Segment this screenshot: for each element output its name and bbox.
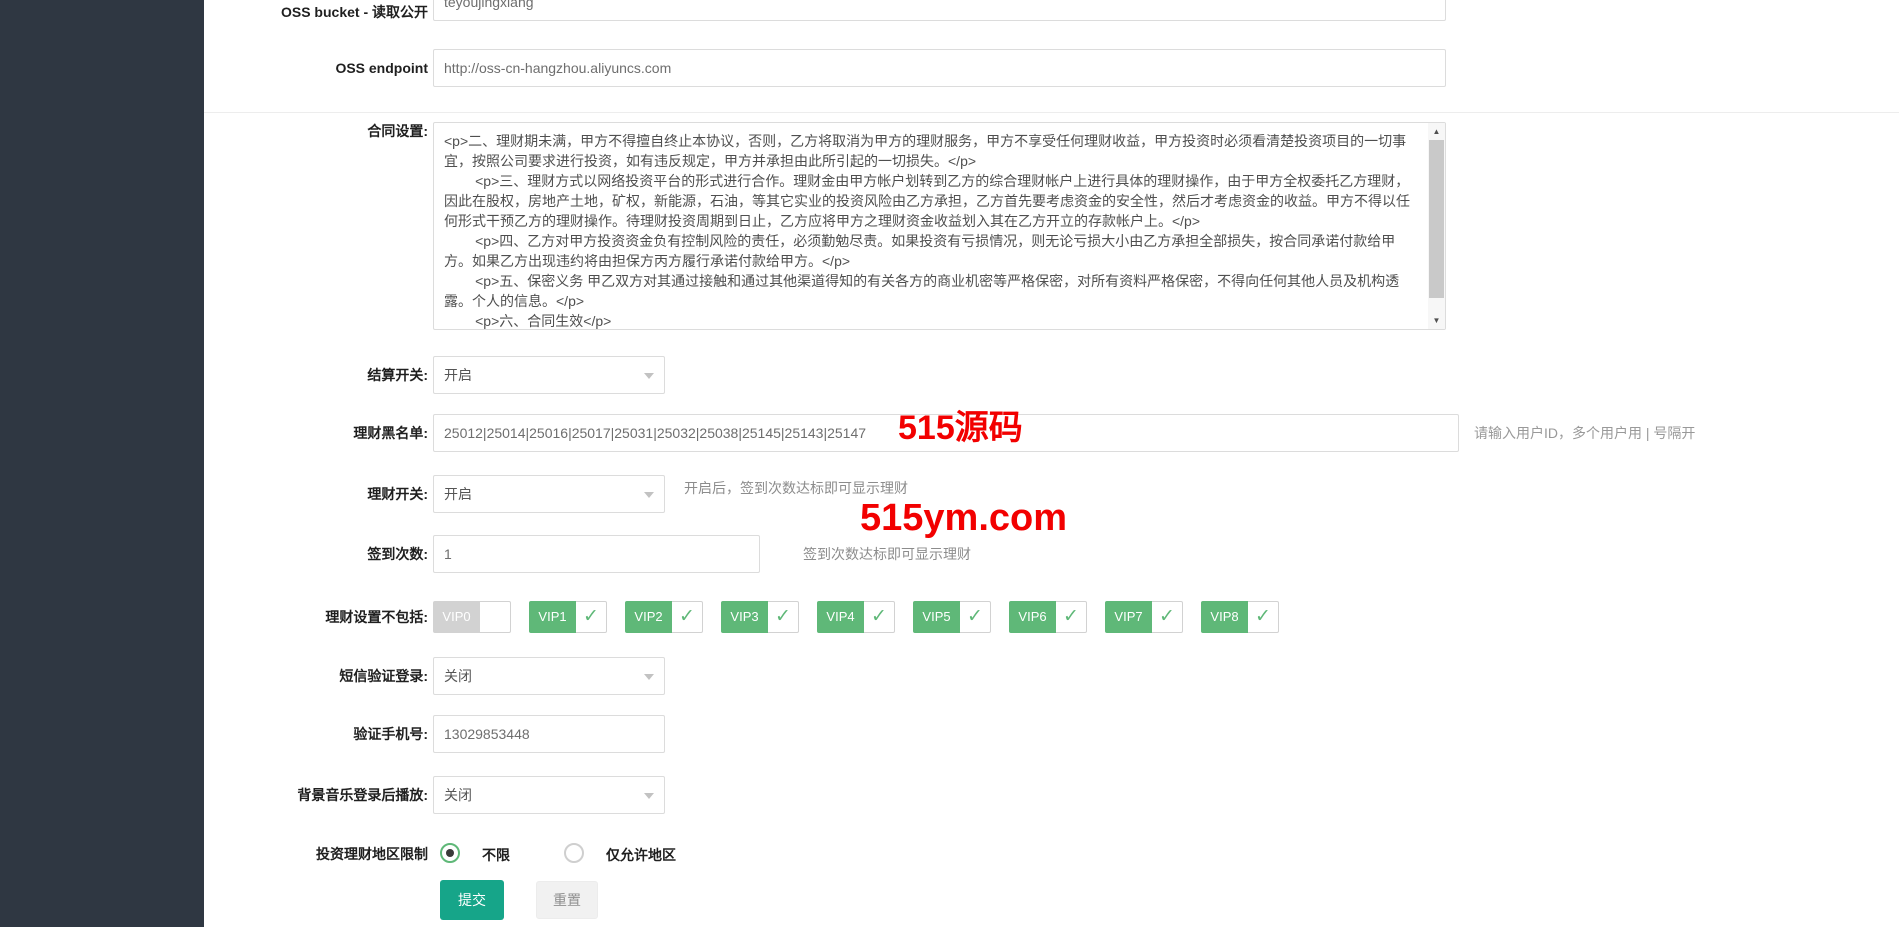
vip-checkbox-tag: VIP1: [529, 601, 576, 633]
watermark-text-1: 515源码: [898, 400, 1023, 449]
sms-login-value: 关闭: [444, 658, 472, 694]
scroll-down-icon[interactable]: ▼: [1428, 312, 1445, 329]
settle-switch-value: 开启: [444, 357, 472, 393]
vip-checkbox-vip2[interactable]: VIP2 ✓: [625, 601, 703, 633]
check-icon: ✓: [864, 601, 895, 633]
chevron-down-icon: [644, 793, 654, 804]
radio-region-unrestricted-label: 不限: [482, 845, 510, 865]
chevron-down-icon: [644, 373, 654, 384]
bgm-play-label: 背景音乐登录后播放:: [204, 785, 428, 805]
vip-checkbox-vip5[interactable]: VIP5 ✓: [913, 601, 991, 633]
check-icon: ✓: [1152, 601, 1183, 633]
vip-checkbox-vip7[interactable]: VIP7 ✓: [1105, 601, 1183, 633]
vip-checkbox-tag: VIP4: [817, 601, 864, 633]
chevron-down-icon: [644, 674, 654, 685]
check-icon: ✓: [576, 601, 607, 633]
vip-checkbox-vip1[interactable]: VIP1 ✓: [529, 601, 607, 633]
radio-region-allowed-only[interactable]: [564, 843, 584, 863]
sms-login-label: 短信验证登录:: [204, 666, 428, 686]
finance-switch-hint: 开启后，签到次数达标即可显示理财: [684, 478, 908, 498]
scrollbar-thumb[interactable]: [1429, 140, 1444, 298]
oss-endpoint-input[interactable]: [433, 49, 1446, 87]
vip-checkbox-tag: VIP6: [1009, 601, 1056, 633]
submit-button[interactable]: 提交: [440, 880, 504, 920]
finance-switch-value: 开启: [444, 476, 472, 512]
signin-count-hint: 签到次数达标即可显示理财: [803, 535, 971, 573]
check-icon: ✓: [1248, 601, 1279, 633]
blacklist-hint: 请输入用户ID，多个用户用 | 号隔开: [1474, 414, 1695, 452]
bgm-play-select[interactable]: 关闭: [433, 776, 665, 814]
vip-checkbox-vip4[interactable]: VIP4 ✓: [817, 601, 895, 633]
sidebar: [0, 0, 204, 927]
check-icon: ✓: [960, 601, 991, 633]
vip-checkbox-box: [480, 601, 511, 633]
vip-checkbox-tag: VIP3: [721, 601, 768, 633]
finance-switch-label: 理财开关:: [204, 484, 428, 504]
check-icon: ✓: [672, 601, 703, 633]
chevron-down-icon: [644, 492, 654, 503]
vip-checkbox-tag: VIP5: [913, 601, 960, 633]
contract-text: <p>二、理财期未满，甲方不得擅自终止本协议，否则，乙方将取消为甲方的理财服务，…: [434, 123, 1430, 329]
verify-phone-label: 验证手机号:: [204, 724, 428, 744]
vip-exclude-label: 理财设置不包括:: [204, 607, 428, 627]
vip-checkbox-vip6[interactable]: VIP6 ✓: [1009, 601, 1087, 633]
radio-region-unrestricted[interactable]: [440, 843, 460, 863]
vip-checkbox-group: VIP0 VIP1 ✓ VIP2 ✓ VIP3 ✓ VIP4 ✓ VIP5 ✓ …: [433, 601, 1279, 633]
vip-checkbox-tag: VIP2: [625, 601, 672, 633]
vip-checkbox-tag: VIP0: [433, 601, 480, 633]
bgm-play-value: 关闭: [444, 777, 472, 813]
scroll-up-icon[interactable]: ▲: [1428, 123, 1445, 140]
vip-checkbox-tag: VIP8: [1201, 601, 1248, 633]
section-divider: [204, 112, 1899, 113]
oss-bucket-label: OSS bucket - 读取公开: [204, 2, 428, 22]
check-icon: ✓: [1056, 601, 1087, 633]
finance-switch-select[interactable]: 开启: [433, 475, 665, 513]
settle-switch-select[interactable]: 开启: [433, 356, 665, 394]
contract-textarea[interactable]: <p>二、理财期未满，甲方不得擅自终止本协议，否则，乙方将取消为甲方的理财服务，…: [433, 122, 1446, 330]
vip-checkbox-tag: VIP7: [1105, 601, 1152, 633]
sms-login-select[interactable]: 关闭: [433, 657, 665, 695]
check-icon: ✓: [768, 601, 799, 633]
contract-label: 合同设置:: [204, 121, 428, 141]
verify-phone-input[interactable]: [433, 715, 665, 753]
oss-endpoint-label: OSS endpoint: [204, 58, 428, 78]
radio-region-allowed-only-label: 仅允许地区: [606, 845, 676, 865]
vip-checkbox-vip8[interactable]: VIP8 ✓: [1201, 601, 1279, 633]
reset-button[interactable]: 重置: [536, 881, 598, 919]
vip-checkbox-vip3[interactable]: VIP3 ✓: [721, 601, 799, 633]
signin-count-label: 签到次数:: [204, 544, 428, 564]
watermark-text-2: 515ym.com: [860, 497, 1067, 540]
vip-checkbox-vip0: VIP0: [433, 601, 511, 633]
settle-switch-label: 结算开关:: [204, 365, 428, 385]
region-limit-label: 投资理财地区限制: [204, 844, 428, 864]
signin-count-input[interactable]: [433, 535, 760, 573]
admin-settings-page: OSS bucket - 读取公开 OSS endpoint 合同设置: <p>…: [0, 0, 1899, 927]
blacklist-label: 理财黑名单:: [204, 423, 428, 443]
textarea-scrollbar[interactable]: ▲ ▼: [1428, 123, 1445, 329]
oss-bucket-input[interactable]: [433, 0, 1446, 21]
